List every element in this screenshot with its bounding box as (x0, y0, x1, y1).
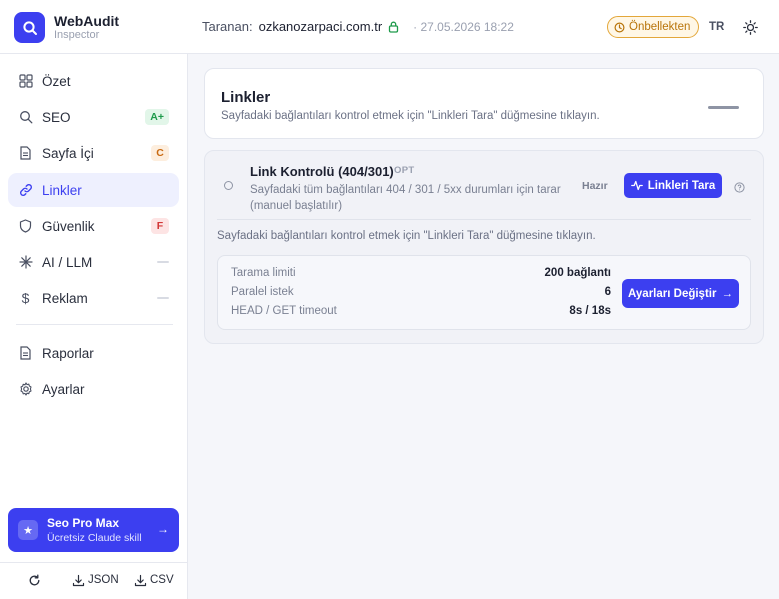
sidebar-item-label: Raporlar (42, 345, 94, 361)
promo-banner[interactable]: ★ Seo Pro Max Ücretsiz Claude skill → (8, 508, 179, 552)
sidebar-item-seo[interactable]: SEO A+ (8, 100, 179, 134)
export-json-label: JSON (88, 574, 119, 586)
export-json-button[interactable]: JSON (72, 571, 119, 589)
setting-value: 6 (604, 286, 611, 298)
refresh-button[interactable] (28, 571, 44, 589)
activity-icon (630, 180, 643, 191)
sidebar-item-label: Güvenlik (42, 218, 95, 234)
sidebar-item-ayarlar[interactable]: Ayarlar (8, 372, 179, 406)
shield-icon (18, 219, 33, 234)
scan-settings-box: Tarama limiti 200 bağlantı Paralel istek… (217, 255, 751, 330)
sidebar-item-raporlar[interactable]: Raporlar (8, 336, 179, 370)
brand[interactable]: WebAudit Inspector (14, 12, 119, 43)
search-icon (18, 110, 33, 125)
sidebar-item-label: Reklam (42, 290, 88, 306)
star-icon: ★ (18, 520, 38, 540)
scan-date: · 27.05.2026 18:22 (413, 19, 514, 34)
panel-divider (217, 219, 751, 220)
link-check-panel: Link Kontrolü (404/301) OPT Sayfadaki tü… (204, 150, 764, 344)
sidebar-item-linkler[interactable]: Linkler (8, 173, 179, 207)
check-status: Hazır (582, 180, 608, 192)
document-icon (18, 146, 33, 161)
promo-subtitle: Ücretsiz Claude skill (47, 532, 142, 544)
cache-badge-label: Önbellekten (629, 21, 691, 33)
export-csv-button[interactable]: CSV (134, 571, 174, 589)
scan-links-button[interactable]: Linkleri Tara (624, 173, 722, 198)
sidebar-item-label: AI / LLM (42, 254, 93, 270)
clock-icon (614, 21, 625, 33)
language-switch[interactable]: TR (709, 21, 724, 33)
sidebar-item-label: Linkler (42, 182, 82, 198)
page-title: Linkler (221, 89, 271, 106)
sidebar-item-label: SEO (42, 109, 71, 125)
refresh-icon (29, 574, 40, 585)
scan-info: Taranan: ozkanozarpaci.com.tr · 27.05.20… (202, 19, 514, 34)
sidebar-item-label: Ayarlar (42, 381, 85, 397)
score-badge: A+ (145, 109, 169, 125)
search-icon (14, 12, 45, 43)
sidebar-item-ozet[interactable]: Özet (8, 64, 179, 98)
change-settings-label: Ayarları Değiştir (628, 287, 717, 300)
sparkle-icon (18, 255, 33, 270)
no-score-indicator (157, 261, 169, 263)
arrow-right-icon: → (721, 287, 733, 300)
cache-badge[interactable]: Önbellekten (607, 16, 700, 38)
setting-value: 200 bağlantı (544, 267, 611, 279)
page-header-card: Linkler Sayfadaki bağlantıları kontrol e… (204, 68, 764, 139)
help-icon[interactable] (734, 181, 745, 193)
sidebar: Özet SEO A+ Sayfa İçi C Linkler Güvenlik… (0, 54, 188, 599)
link-icon (18, 183, 33, 198)
setting-label: Paralel istek (231, 286, 294, 298)
score-placeholder (708, 106, 739, 109)
download-icon (72, 574, 85, 586)
sidebar-item-guvenlik[interactable]: Güvenlik F (8, 209, 179, 243)
sun-icon[interactable] (742, 19, 759, 36)
score-badge: C (151, 145, 169, 161)
lock-icon (388, 21, 399, 33)
change-settings-button[interactable]: Ayarları Değiştir → (622, 279, 739, 308)
page-subtitle: Sayfadaki bağlantıları kontrol etmek içi… (221, 110, 600, 122)
sidebar-item-reklam[interactable]: $ Reklam (8, 281, 179, 315)
sidebar-item-sayfa-ici[interactable]: Sayfa İçi C (8, 136, 179, 170)
sidebar-item-label: Özet (42, 73, 71, 89)
setting-label: Tarama limiti (231, 267, 296, 279)
scan-links-label: Linkleri Tara (647, 179, 716, 192)
gear-icon (18, 382, 33, 397)
sidebar-footer-divider (0, 562, 188, 563)
arrow-right-icon: → (157, 522, 169, 536)
check-description: Sayfadaki tüm bağlantıları 404 / 301 / 5… (250, 184, 561, 212)
sidebar-item-ai-llm[interactable]: AI / LLM (8, 245, 179, 279)
report-icon (18, 346, 33, 361)
check-title: Link Kontrolü (404/301) (250, 164, 394, 179)
setting-value: 8s / 18s (569, 305, 611, 317)
status-radio (224, 181, 233, 190)
export-csv-label: CSV (150, 574, 174, 586)
sidebar-divider (16, 324, 173, 325)
sidebar-item-label: Sayfa İçi (42, 145, 94, 161)
setting-label: HEAD / GET timeout (231, 305, 337, 317)
app-name: WebAudit (54, 13, 120, 29)
optional-tag: OPT (394, 165, 415, 176)
download-icon (134, 574, 147, 586)
scan-label: Taranan: (202, 19, 253, 34)
panel-note: Sayfadaki bağlantıları kontrol etmek içi… (217, 230, 596, 242)
scanned-domain[interactable]: ozkanozarpaci.com.tr (259, 19, 383, 34)
app-subtitle: Inspector (54, 29, 100, 41)
grid-icon (18, 74, 33, 89)
score-badge: F (151, 218, 169, 234)
no-score-indicator (157, 297, 169, 299)
dollar-icon: $ (21, 290, 30, 306)
top-header: WebAudit Inspector Taranan: ozkanozarpac… (0, 0, 779, 54)
promo-title: Seo Pro Max (47, 516, 120, 530)
